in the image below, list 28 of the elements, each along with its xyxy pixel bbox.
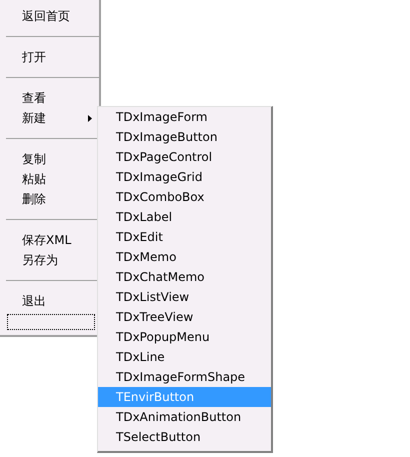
menu-item[interactable]: 粘贴 (0, 169, 99, 189)
submenu-item[interactable]: TDxPageControl (98, 147, 271, 167)
menu-item[interactable]: 返回首页 (0, 6, 99, 26)
focus-outline[interactable] (7, 314, 95, 330)
submenu-item[interactable]: TDxLine (98, 347, 271, 367)
menu-item[interactable]: 保存XML (0, 230, 99, 250)
submenu-item[interactable]: TDxMemo (98, 247, 271, 267)
menu-item[interactable]: 打开 (0, 47, 99, 67)
menu-item[interactable]: 新建 (0, 108, 99, 128)
submenu-item[interactable]: TDxLabel (98, 207, 271, 227)
menu-item[interactable]: 另存为 (0, 250, 99, 270)
submenu-item[interactable]: TDxListView (98, 287, 271, 307)
submenu-item[interactable]: TDxImageFormShape (98, 367, 271, 387)
submenu-item[interactable]: TDxComboBox (98, 187, 271, 207)
submenu-item[interactable]: TDxAnimationButton (98, 407, 271, 427)
menu-item[interactable]: 删除 (0, 189, 99, 209)
menu-item[interactable]: 复制 (0, 149, 99, 169)
submenu-item[interactable]: TDxImageButton (98, 127, 271, 147)
submenu-item[interactable]: TDxChatMemo (98, 267, 271, 287)
menu-item[interactable]: 退出 (0, 291, 99, 311)
submenu-arrow-icon (88, 115, 92, 122)
submenu-item[interactable]: TDxTreeView (98, 307, 271, 327)
submenu-item[interactable]: TDxImageForm (98, 107, 271, 127)
submenu-item[interactable]: TDxPopupMenu (98, 327, 271, 347)
submenu-item[interactable]: TSelectButton (98, 427, 271, 447)
submenu-item[interactable]: TDxImageGrid (98, 167, 271, 187)
menu-item[interactable]: 查看 (0, 88, 99, 108)
submenu-item[interactable]: TDxEdit (98, 227, 271, 247)
